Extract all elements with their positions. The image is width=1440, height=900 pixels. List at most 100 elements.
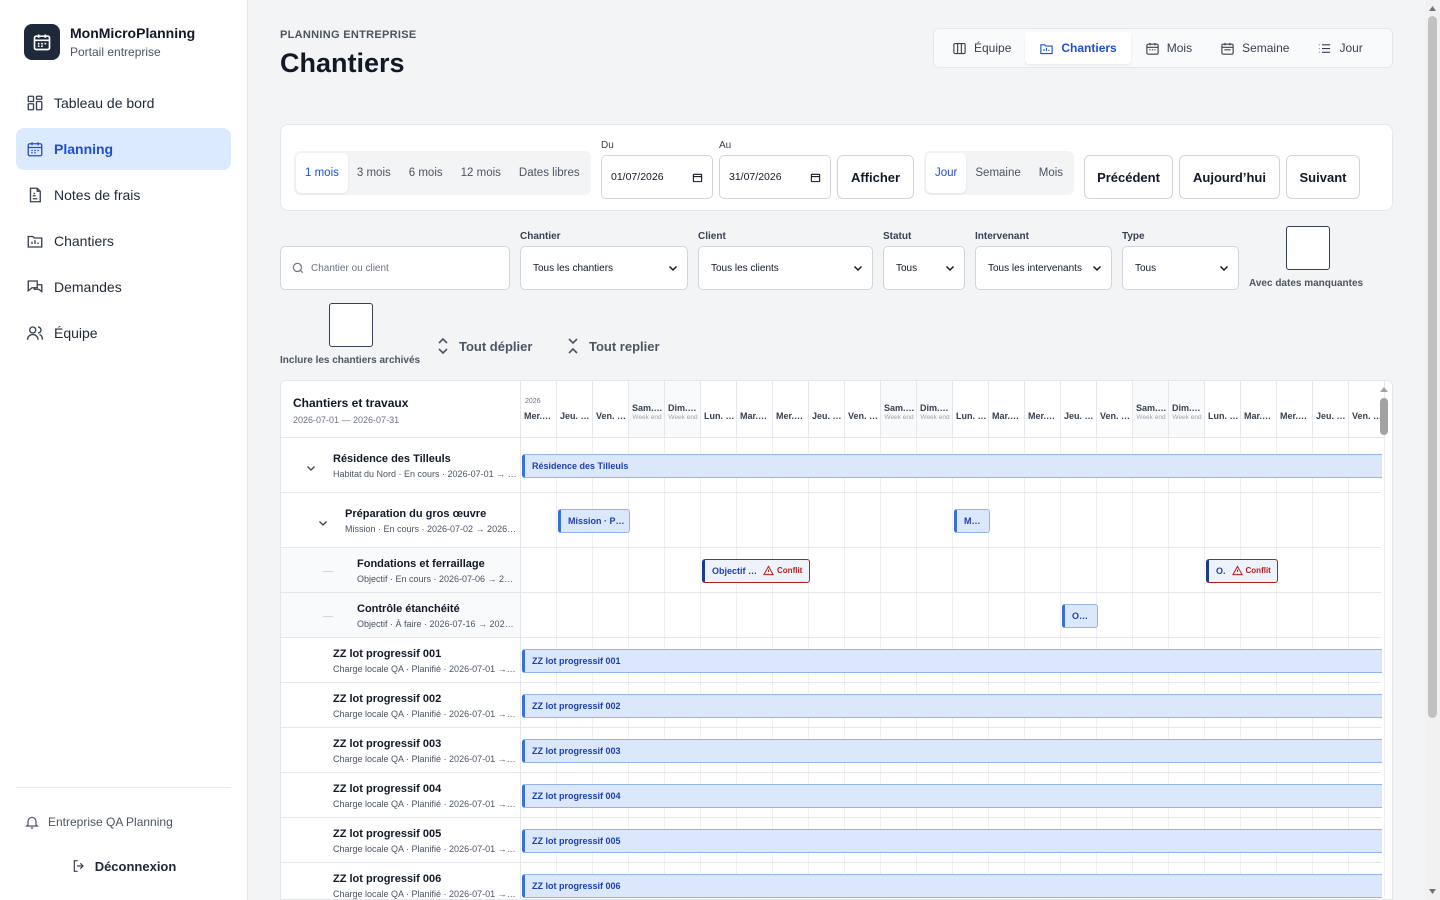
day-name: Ven. …: [596, 411, 627, 421]
nav-item-equipe[interactable]: Équipe: [16, 312, 231, 354]
gantt-row-label[interactable]: Préparation du gros œuvre Mission · En co…: [281, 493, 521, 548]
from-date-input[interactable]: 01/07/2026: [601, 155, 713, 199]
gantt-bar[interactable]: ZZ lot progressif 001: [522, 648, 1382, 673]
view-tab-mois[interactable]: Mois: [1131, 32, 1206, 64]
brand[interactable]: MonMicroPlanning Portail entreprise: [24, 24, 195, 60]
gantt-row-label: ZZ lot progressif 003 Charge locale QA · …: [281, 728, 521, 773]
row-name: ZZ lot progressif 004: [333, 783, 442, 795]
view-tab-jour[interactable]: Jour: [1303, 32, 1376, 64]
to-label: Au: [719, 140, 732, 151]
show-button[interactable]: Afficher: [837, 155, 914, 199]
day-name: Lun. …: [704, 411, 735, 421]
nav-item-dashboard[interactable]: Tableau de bord: [16, 82, 231, 124]
weekend-label: Week end: [1136, 414, 1166, 421]
day-name: Lun. …: [1208, 411, 1239, 421]
previous-button[interactable]: Précédent: [1084, 155, 1173, 199]
range-3-mois[interactable]: 3 mois: [348, 153, 400, 193]
chevron-down-icon[interactable]: [305, 462, 317, 474]
range-12-mois[interactable]: 12 mois: [452, 153, 510, 193]
page-scrollbar[interactable]: [1425, 0, 1440, 900]
granularity-mois[interactable]: Mois: [1030, 153, 1072, 193]
view-tab-semaine[interactable]: Semaine: [1206, 32, 1303, 64]
gantt-scrollbar[interactable]: [1377, 383, 1391, 900]
gantt-bar[interactable]: ZZ lot progressif 005: [522, 828, 1382, 853]
nav-label: Équipe: [54, 325, 98, 341]
gantt-range: 2026-07-01 — 2026-07-31: [293, 415, 400, 425]
chevrons-expand-icon: [438, 338, 448, 354]
today-button[interactable]: Aujourd’hui: [1179, 155, 1280, 199]
day-header: Sam.… Week end: [1133, 381, 1169, 438]
weekend-label: Week end: [632, 414, 662, 421]
collapse-all-button[interactable]: Tout replier: [567, 338, 660, 354]
day-header: 2026 Mer.…: [521, 381, 557, 438]
gantt-bar[interactable]: ZZ lot progressif 002: [522, 693, 1382, 718]
nav-item-demandes[interactable]: Demandes: [16, 266, 231, 308]
gantt-bar[interactable]: ZZ lot progressif 006: [522, 873, 1382, 898]
gantt-bar[interactable]: Mission · P…: [558, 508, 630, 533]
day-header: Mer.…: [1277, 381, 1313, 438]
day-header: Dim.… Week end: [1169, 381, 1205, 438]
row-divider: [521, 492, 1381, 493]
nav-item-planning[interactable]: Planning: [16, 128, 231, 170]
client-filter-select[interactable]: Tous les clients: [698, 246, 873, 290]
gantt-bar[interactable]: O…: [1062, 603, 1098, 628]
conflict-label: Conflit: [1245, 566, 1271, 575]
statut-filter-select[interactable]: Tous: [883, 246, 965, 290]
granularity-semaine[interactable]: Semaine: [966, 153, 1029, 193]
day-name: Jeu. …: [560, 411, 590, 421]
calendar-logo-icon: [24, 24, 60, 60]
search-input[interactable]: Chantier ou client: [280, 246, 510, 290]
range-dates-libres[interactable]: Dates libres: [510, 153, 589, 193]
day-name: Mar.…: [1244, 411, 1272, 421]
messages-icon: [27, 280, 43, 293]
archived-checkbox[interactable]: [329, 303, 373, 347]
folder-chart-icon: [27, 235, 43, 248]
nav-label: Chantiers: [54, 233, 114, 249]
intervenant-filter-select[interactable]: Tous les intervenants: [975, 246, 1112, 290]
chevron-down-icon[interactable]: [317, 517, 329, 529]
row-meta: Charge locale QA · Planifié · 2026-07-01…: [333, 889, 517, 899]
row-meta: Objectif · À faire · 2026-07-16 → 202…: [357, 619, 514, 629]
row-name: Fondations et ferraillage: [357, 558, 485, 570]
nav-item-notes-de-frais[interactable]: Notes de frais: [16, 174, 231, 216]
gantt-chart: Chantiers et travaux 2026-07-01 — 2026-0…: [280, 380, 1393, 900]
gantt-row-label: ZZ lot progressif 001 Charge locale QA · …: [281, 638, 521, 683]
type-filter-select[interactable]: Tous: [1122, 246, 1239, 290]
range-6-mois[interactable]: 6 mois: [400, 153, 452, 193]
bar-label: Résidence des Tilleuls: [532, 460, 629, 471]
day-name: Dim.…: [1172, 403, 1201, 413]
expand-all-button[interactable]: Tout déplier: [437, 338, 532, 354]
gantt-bar[interactable]: M…: [954, 508, 990, 533]
day-name: Jeu. …: [812, 411, 842, 421]
gantt-bar-conflict[interactable]: O. Conflit: [1206, 558, 1278, 583]
gantt-row-label: ZZ lot progressif 005 Charge locale QA · …: [281, 818, 521, 863]
next-button[interactable]: Suivant: [1286, 155, 1360, 199]
range-1-mois[interactable]: 1 mois: [296, 153, 348, 193]
warning-icon: [1231, 565, 1243, 576]
view-tab-label: Semaine: [1242, 41, 1290, 55]
from-date-value: 01/07/2026: [611, 171, 664, 183]
row-name: Résidence des Tilleuls: [333, 453, 451, 465]
granularity-jour[interactable]: Jour: [926, 153, 967, 193]
gantt-bar[interactable]: ZZ lot progressif 003: [522, 738, 1382, 763]
nav-item-chantiers[interactable]: Chantiers: [16, 220, 231, 262]
day-name: Dim.…: [668, 403, 697, 413]
view-switcher: Équipe Chantiers Mois Semaine Jour: [933, 28, 1393, 68]
to-date-input[interactable]: 31/07/2026: [719, 155, 831, 199]
gantt-bar-conflict[interactable]: Objectif … Conflit: [702, 558, 810, 583]
day-name: Mar.…: [992, 411, 1020, 421]
view-tab-chantiers[interactable]: Chantiers: [1025, 32, 1131, 64]
gantt-bar[interactable]: ZZ lot progressif 004: [522, 783, 1382, 808]
gantt-bar[interactable]: Résidence des Tilleuls: [522, 453, 1382, 478]
missing-dates-checkbox[interactable]: [1286, 226, 1330, 270]
day-name: Mar.…: [740, 411, 768, 421]
chantier-filter-select[interactable]: Tous les chantiers: [520, 246, 688, 290]
gantt-header: Chantiers et travaux 2026-07-01 — 2026-0…: [281, 381, 521, 438]
search-icon: [292, 262, 304, 274]
bar-label: O…: [1072, 610, 1089, 621]
logout-button[interactable]: Déconnexion: [16, 858, 231, 874]
view-tab-equipe[interactable]: Équipe: [938, 32, 1025, 64]
gantt-row-label: ZZ lot progressif 002 Charge locale QA · …: [281, 683, 521, 728]
gantt-row-label[interactable]: Résidence des Tilleuls Habitat du Nord · …: [281, 438, 521, 493]
calendar-icon: [1146, 42, 1159, 55]
